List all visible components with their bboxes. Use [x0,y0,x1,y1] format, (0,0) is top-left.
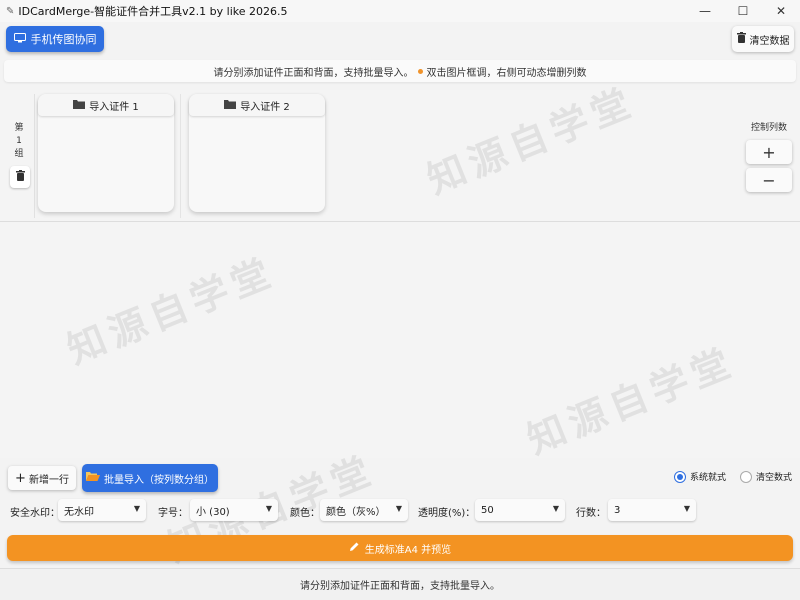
close-button[interactable]: ✕ [762,0,800,22]
font-size-label: 字号： [158,508,188,519]
hint-dot-icon [417,68,423,74]
mode-option-system-label: 系统就式 [689,473,726,483]
trash-icon [736,32,746,46]
batch-import-button[interactable]: 批量导入（按列数分组） [82,464,218,492]
mode-option-clear-label: 清空数式 [755,473,792,483]
add-column-button[interactable]: + [746,140,792,164]
remove-column-button[interactable]: − [746,168,792,192]
chevron-down-icon: ▼ [265,504,272,513]
opacity-select[interactable]: 50 ▼ [475,499,565,521]
folder-open-icon [86,471,100,485]
batch-import-label: 批量导入（按列数分组） [104,474,214,486]
id-card-slot-1[interactable]: 导入证件 1 [38,94,174,212]
chevron-down-icon: ▼ [395,504,402,513]
rows-select-value: 3 [614,504,621,516]
mode-option-clear[interactable]: 清空数式 [739,470,792,483]
delete-group-button[interactable] [10,166,30,188]
color-label: 颜色： [290,508,320,519]
opacity-label: 透明度(%)： [418,508,476,519]
watermark-text: 知源自学堂 [520,338,742,463]
color-select[interactable]: 颜色（灰%） ▼ [320,499,408,521]
watermark-text: 知源自学堂 [60,248,282,373]
clear-data-label: 清空数据 [749,35,790,47]
id-card-slot-2[interactable]: 导入证件 2 [189,94,325,212]
minimize-button[interactable]: — [686,0,724,22]
color-select-value: 颜色（灰%） [326,506,386,518]
hint-text-primary: 请分别添加证件正面和背面，支持批量导入。 [213,67,414,79]
phone-upload-button[interactable]: 手机传图协同 [6,26,104,52]
clear-data-button[interactable]: 清空数据 [732,26,794,52]
rows-select[interactable]: 3 ▼ [608,499,696,521]
divider [180,94,181,218]
rows-label: 行数： [576,508,606,519]
plus-icon: + [15,470,26,486]
watermark-select[interactable]: 无水印 ▼ [58,499,146,521]
font-size-select-value: 小 (30) [196,506,230,518]
window-controls: — ☐ ✕ [686,0,800,22]
pencil-icon [349,541,360,555]
status-text: 请分别添加证件正面和背面，支持批量导入。 [300,581,500,592]
watermark-select-value: 无水印 [64,506,94,518]
divider [34,94,35,218]
import-card-2-label: 导入证件 2 [240,101,290,113]
folder-icon [224,99,237,112]
opacity-select-value: 50 [481,504,494,516]
radio-unselected-icon [739,470,752,483]
card-work-area: 知源自学堂 知源自学堂 知源自学堂 第1组 导入证件 1 导入证件 2 控制列数… [0,78,800,462]
chevron-down-icon: ▼ [683,504,690,513]
add-row-button[interactable]: + 新增一行 [8,466,76,490]
import-card-2-button[interactable]: 导入证件 2 [189,94,325,116]
chevron-down-icon: ▼ [552,504,559,513]
title-bar: ✎ IDCardMerge-智能证件合并工具v2.1 by like 2026.… [0,0,800,22]
import-card-1-label: 导入证件 1 [89,101,139,113]
font-size-select[interactable]: 小 (30) ▼ [190,499,278,521]
generate-a4-label: 生成标准A4 并预览 [364,544,452,556]
trash-icon [15,170,25,184]
group-label: 第1组 [14,123,24,159]
import-card-1-button[interactable]: 导入证件 1 [38,94,174,116]
window-title: IDCardMerge-智能证件合并工具v2.1 by like 2026.5 [18,5,288,18]
app-icon: ✎ [6,5,15,17]
maximize-button[interactable]: ☐ [724,0,762,22]
hint-text-secondary: 双击图片框调，右侧可动态增删列数 [426,67,587,79]
add-row-label: 新增一行 [28,474,69,486]
bottom-panel: 知源自学堂 + 新增一行 批量导入（按列数分组） 系统就式 清空数式 安全水印：… [0,446,800,600]
monitor-icon [13,32,26,46]
radio-selected-icon [673,470,686,483]
watermark-settings-row: 安全水印： 无水印 ▼ 字号： 小 (30) ▼ 颜色： 颜色（灰%） ▼ 透明… [0,498,800,522]
status-bar: 请分别添加证件正面和背面，支持批量导入。 [0,568,800,600]
chevron-down-icon: ▼ [133,504,140,513]
mode-option-system[interactable]: 系统就式 [673,470,726,483]
phone-upload-label: 手机传图协同 [30,33,97,46]
card-group-row: 第1组 导入证件 1 导入证件 2 控制列数 + − [0,90,800,222]
top-toolbar: 手机传图协同 清空数据 [0,22,800,56]
column-control-label: 控制列数 [751,123,788,133]
hint-bar: 请分别添加证件正面和背面，支持批量导入。 双击图片框调，右侧可动态增删列数 [4,60,796,82]
folder-icon [73,99,86,112]
generate-a4-button[interactable]: 生成标准A4 并预览 [7,535,793,561]
watermark-label: 安全水印： [10,508,60,519]
mode-radio-group: 系统就式 清空数式 [673,470,792,483]
